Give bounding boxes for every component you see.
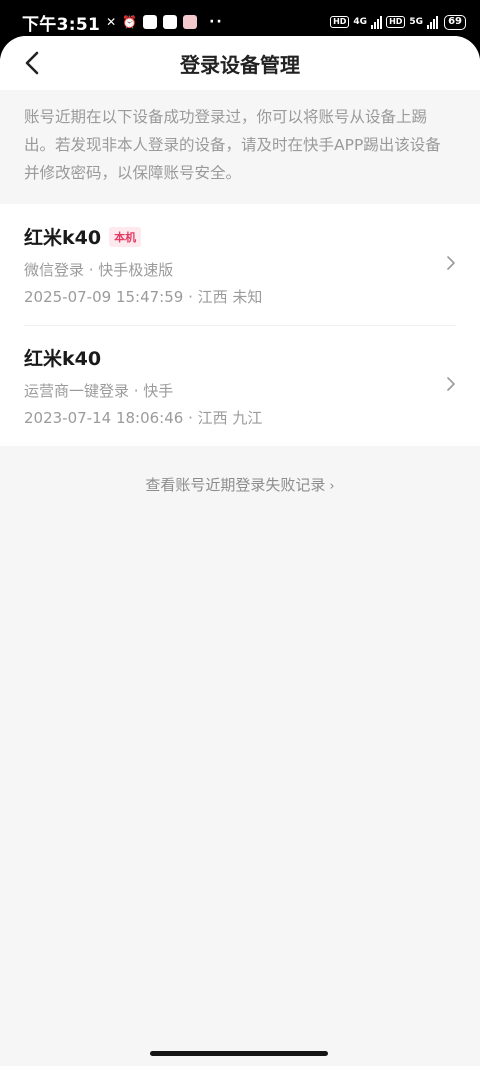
login-failure-records-label: 查看账号近期登录失败记录 [145,476,326,494]
device-item[interactable]: 红米k40 本机 微信登录 · 快手极速版 2025-07-09 15:47:5… [0,204,480,325]
login-failure-records-link[interactable]: 查看账号近期登录失败记录 › [0,474,480,495]
notification-app-icon [163,15,178,29]
hd-icon: HD [330,16,350,28]
network-type: 5G [409,17,424,27]
notification-app-icon [183,15,198,29]
more-notifications-icon: ·· [209,14,224,30]
device-time-location: 2023-07-14 18:06:46 · 江西 九江 [24,409,263,427]
hd-icon: HD [386,16,406,28]
chevron-right-icon [447,377,455,391]
device-item[interactable]: 红米k40 运营商一键登录 · 快手 2023-07-14 18:06:46 ·… [0,325,480,446]
device-time-location: 2025-07-09 15:47:59 · 江西 未知 [24,288,263,306]
notification-app-icon [143,15,158,29]
mute-icon: ✕ [106,15,117,29]
nav-bar: 登录设备管理 [0,36,480,90]
device-list: 红米k40 本机 微信登录 · 快手极速版 2025-07-09 15:47:5… [0,204,480,446]
status-time: 下午3:51 [22,14,101,35]
status-left: 下午3:51 ✕ ⏰ ·· [22,10,224,35]
device-name-row: 红米k40 本机 [24,223,456,250]
page: 登录设备管理 账号近期在以下设备成功登录过，你可以将账号从设备上踢出。若发现非本… [0,36,480,1066]
battery-icon: 69 [444,14,466,30]
home-indicator[interactable] [150,1051,328,1056]
device-login-info: 运营商一键登录 · 快手 [24,382,174,400]
chevron-right-icon [447,256,455,270]
back-button[interactable] [12,42,52,84]
back-arrow-icon [25,51,39,75]
network-type: 4G [353,17,368,27]
security-notice: 账号近期在以下设备成功登录过，你可以将账号从设备上踢出。若发现非本人登录的设备，… [0,90,480,204]
alarm-icon: ⏰ [122,15,138,29]
current-device-badge: 本机 [109,226,142,247]
device-login-info: 微信登录 · 快手极速版 [24,261,174,279]
chevron-right-icon: › [329,479,335,494]
signal-icon [427,15,439,29]
device-name: 红米k40 [24,227,102,249]
phone-screen: 下午3:51 ✕ ⏰ ·· HD 4G HD 5G 69 登录设备管理 账号近期… [0,0,480,1066]
page-title: 登录设备管理 [180,52,300,77]
signal-icon [371,15,383,29]
device-name: 红米k40 [24,348,102,370]
status-right: HD 4G HD 5G 69 [330,14,466,30]
device-name-row: 红米k40 [24,344,456,371]
